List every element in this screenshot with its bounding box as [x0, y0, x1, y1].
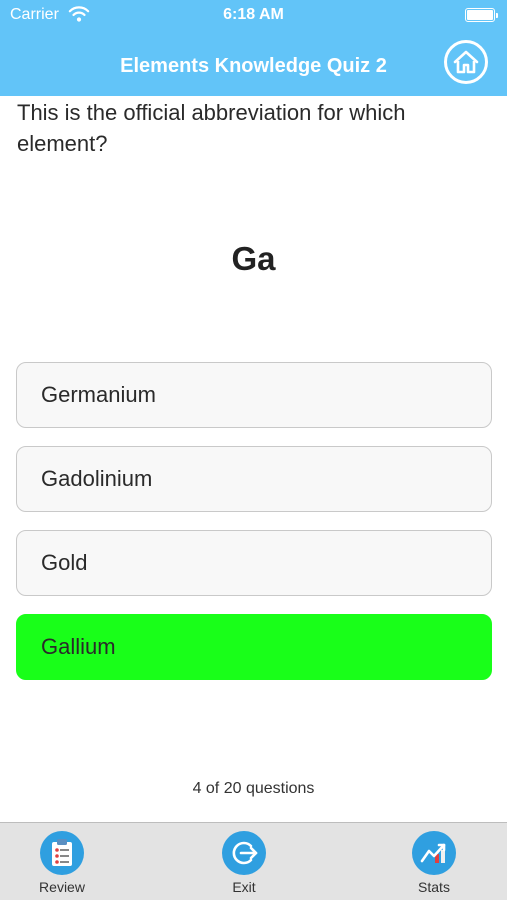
question-text: This is the official abbreviation for wh…	[17, 100, 406, 156]
stats-chart-icon	[412, 831, 456, 875]
answer-option-germanium[interactable]: Germanium	[16, 362, 492, 428]
question-progress: 4 of 20 questions	[192, 780, 315, 797]
home-icon	[453, 50, 479, 74]
page-title: Elements Knowledge Quiz 2	[120, 55, 387, 77]
answer-option-gallium[interactable]: Gallium	[16, 614, 492, 680]
tab-bar: Review Exit Stats	[0, 822, 507, 900]
tab-review[interactable]: Review	[17, 831, 107, 895]
review-clipboard-icon	[40, 831, 84, 875]
tab-exit-label: Exit	[232, 879, 256, 895]
tab-review-label: Review	[39, 879, 85, 895]
header-bar: Carrier 6:18 AM Elements Knowledge Quiz …	[0, 0, 507, 96]
status-time: 6:18 AM	[223, 6, 284, 23]
tab-stats[interactable]: Stats	[389, 831, 479, 895]
element-symbol: Ga	[231, 240, 276, 277]
tab-stats-label: Stats	[418, 879, 450, 895]
home-button[interactable]	[444, 40, 488, 84]
answer-option-gadolinium[interactable]: Gadolinium	[16, 446, 492, 512]
status-bar: Carrier 6:18 AM	[0, 0, 507, 30]
battery-icon	[465, 8, 498, 22]
exit-icon	[222, 831, 266, 875]
answer-option-gold[interactable]: Gold	[16, 530, 492, 596]
tab-exit[interactable]: Exit	[199, 831, 289, 895]
